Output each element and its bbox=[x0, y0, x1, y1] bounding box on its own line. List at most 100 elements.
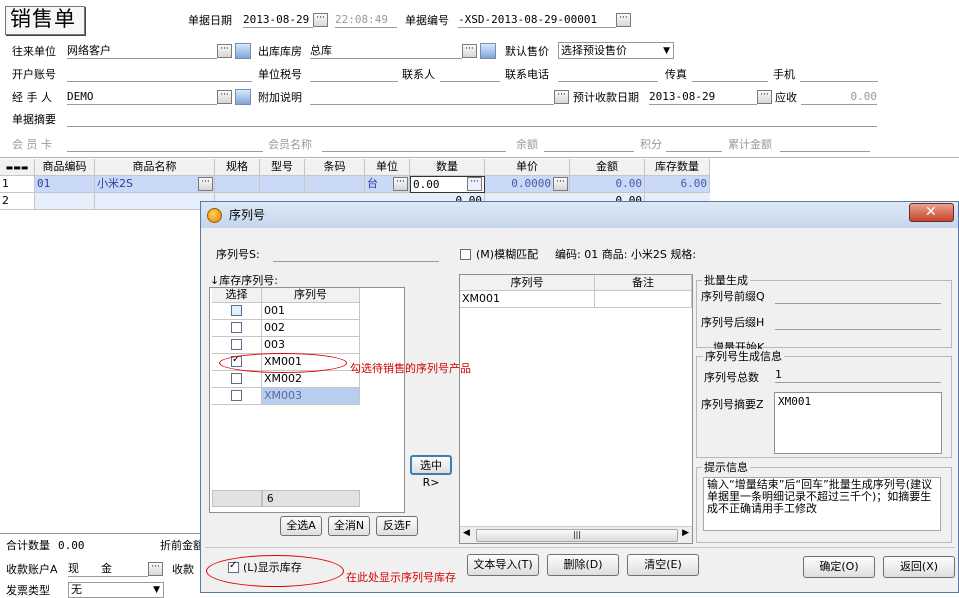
grid-row-1-code[interactable]: 01 bbox=[35, 176, 95, 193]
left-row-3-serial[interactable]: 003 bbox=[262, 337, 360, 354]
handler-picker-button[interactable]: ··· bbox=[217, 90, 232, 104]
grid-row-1-name[interactable]: 小米2S bbox=[95, 176, 215, 193]
scroll-right-icon[interactable]: ▶ bbox=[682, 528, 689, 538]
back-button[interactable]: 返回(X) bbox=[883, 556, 955, 578]
serial-summary-textarea[interactable]: XM001 bbox=[774, 392, 942, 454]
grid-header-unit[interactable]: 单位 bbox=[365, 159, 410, 176]
left-row-6-serial[interactable]: XM003 bbox=[262, 388, 360, 405]
member-name-field[interactable] bbox=[322, 136, 506, 152]
receipt-account-field[interactable]: 现 金 bbox=[68, 561, 148, 577]
delete-button[interactable]: 删除(D) bbox=[547, 554, 619, 576]
left-row-5-checkbox[interactable] bbox=[231, 373, 242, 384]
note-field[interactable] bbox=[310, 89, 554, 105]
points-label: 积分 bbox=[640, 138, 662, 151]
left-row-1-checkbox[interactable] bbox=[231, 305, 242, 316]
dialog-titlebar[interactable] bbox=[201, 202, 958, 228]
due-picker-button[interactable]: ··· bbox=[757, 90, 772, 104]
mid-horizontal-scrollbar[interactable]: ◀ ||| ▶ bbox=[460, 526, 692, 543]
scroll-thumb[interactable]: ||| bbox=[476, 529, 678, 542]
mid-row-1-note[interactable] bbox=[595, 291, 692, 308]
grid-row-1-barcode[interactable] bbox=[305, 176, 365, 193]
left-header-select[interactable]: 选择 bbox=[212, 288, 262, 303]
grid-header-price[interactable]: 单价 bbox=[485, 159, 570, 176]
grid-header-model[interactable]: 型号 bbox=[260, 159, 305, 176]
grid-body[interactable] bbox=[0, 210, 201, 530]
member-field[interactable] bbox=[67, 136, 263, 152]
grid-row-1-unit-picker[interactable]: ··· bbox=[393, 177, 408, 191]
left-row-3-checkbox[interactable] bbox=[231, 339, 242, 350]
date-field[interactable]: 2013-08-29 bbox=[243, 12, 313, 28]
grid-row-1-stock[interactable]: 6.00 bbox=[645, 176, 710, 193]
grid-header-name[interactable]: 商品名称 bbox=[95, 159, 215, 176]
left-row-2-serial[interactable]: 002 bbox=[262, 320, 360, 337]
customer-icon[interactable] bbox=[235, 43, 251, 59]
mid-header-note[interactable]: 备注 bbox=[595, 275, 692, 291]
account-field[interactable] bbox=[67, 66, 252, 82]
handler-icon[interactable] bbox=[235, 89, 251, 105]
left-row-1-serial[interactable]: 001 bbox=[262, 303, 360, 320]
fuzzy-match-checkbox[interactable] bbox=[460, 249, 471, 260]
date-picker-button[interactable]: ··· bbox=[313, 13, 328, 27]
grid-header-code[interactable]: 商品编码 bbox=[35, 159, 95, 176]
grid-row-1-price-picker[interactable]: ··· bbox=[553, 177, 568, 191]
move-selected-button[interactable]: 选中R> bbox=[410, 455, 452, 489]
no-label: 单据编号 bbox=[405, 14, 449, 27]
due-field[interactable]: 2013-08-29 bbox=[649, 89, 757, 105]
no-picker-button[interactable]: ··· bbox=[616, 13, 631, 27]
fax-field[interactable] bbox=[692, 66, 768, 82]
dialog-close-button[interactable]: ✕ bbox=[909, 203, 954, 222]
scroll-left-icon[interactable]: ◀ bbox=[463, 528, 470, 538]
invert-selection-button[interactable]: 反选F bbox=[376, 516, 418, 536]
mobile-field[interactable] bbox=[800, 66, 878, 82]
grid-row-1-spec[interactable] bbox=[215, 176, 260, 193]
handler-field[interactable]: DEMO bbox=[67, 89, 217, 105]
total-field[interactable] bbox=[780, 136, 870, 152]
ok-button[interactable]: 确定(O) bbox=[803, 556, 875, 578]
grid-row-2-name[interactable] bbox=[95, 193, 215, 210]
left-header-serial[interactable]: 序列号 bbox=[262, 288, 360, 303]
suffix-input[interactable] bbox=[775, 314, 941, 330]
grid-row-1-qty-picker[interactable]: ··· bbox=[467, 177, 482, 191]
receipt-account-picker[interactable]: ··· bbox=[148, 562, 163, 576]
grid-row-1-name-picker[interactable]: ··· bbox=[198, 177, 213, 191]
grid-header-barcode[interactable]: 条码 bbox=[305, 159, 365, 176]
note-picker-button[interactable]: ··· bbox=[554, 90, 569, 104]
no-field[interactable]: -XSD-2013-08-29-00001 bbox=[458, 12, 616, 28]
points-field[interactable] bbox=[666, 136, 722, 152]
text-import-button[interactable]: 文本导入(T) bbox=[467, 554, 539, 576]
phone-field[interactable] bbox=[558, 66, 658, 82]
warehouse-picker-button[interactable]: ··· bbox=[462, 44, 477, 58]
mid-header-serial[interactable]: 序列号 bbox=[460, 275, 595, 291]
grid-header-amount[interactable]: 金额 bbox=[570, 159, 645, 176]
invoice-select[interactable]: 无 ▼ bbox=[68, 582, 164, 598]
grid-header-spec[interactable]: 规格 bbox=[215, 159, 260, 176]
select-all-button[interactable]: 全选A bbox=[280, 516, 322, 536]
serial-input[interactable] bbox=[273, 246, 439, 262]
left-row-6-checkbox[interactable] bbox=[231, 390, 242, 401]
warehouse-field[interactable]: 总库 bbox=[310, 43, 462, 59]
prefix-input[interactable] bbox=[775, 288, 941, 304]
balance-field[interactable] bbox=[544, 136, 634, 152]
summary-field[interactable] bbox=[67, 111, 877, 127]
receivable-field[interactable]: 0.00 bbox=[801, 89, 877, 105]
contact-field[interactable] bbox=[440, 66, 500, 82]
grid-row-2-code[interactable] bbox=[35, 193, 95, 210]
time-field[interactable]: 22:08:49 bbox=[335, 12, 397, 28]
page-title: 销售单 bbox=[10, 7, 76, 31]
left-row-2-checkbox[interactable] bbox=[231, 322, 242, 333]
customer-field[interactable]: 网络客户 bbox=[67, 43, 217, 59]
grid-header-qty[interactable]: 数量 bbox=[410, 159, 485, 176]
price-select[interactable]: 选择预设售价 ▼ bbox=[558, 42, 674, 59]
grid-row-1-amount[interactable]: 0.00 bbox=[570, 176, 645, 193]
deselect-all-button[interactable]: 全消N bbox=[328, 516, 370, 536]
tax-field[interactable] bbox=[310, 66, 398, 82]
serial-total-input[interactable]: 1 bbox=[775, 367, 941, 383]
clear-button[interactable]: 清空(E) bbox=[627, 554, 699, 576]
customer-picker-button[interactable]: ··· bbox=[217, 44, 232, 58]
grid-header-stock[interactable]: 库存数量 bbox=[645, 159, 710, 176]
warehouse-icon[interactable] bbox=[480, 43, 496, 59]
grid-row-1-model[interactable] bbox=[260, 176, 305, 193]
left-row-5-serial[interactable]: XM002 bbox=[262, 371, 360, 388]
mid-row-1-serial[interactable]: XM001 bbox=[460, 291, 595, 308]
qty-total-value: 0.00 bbox=[58, 539, 85, 552]
